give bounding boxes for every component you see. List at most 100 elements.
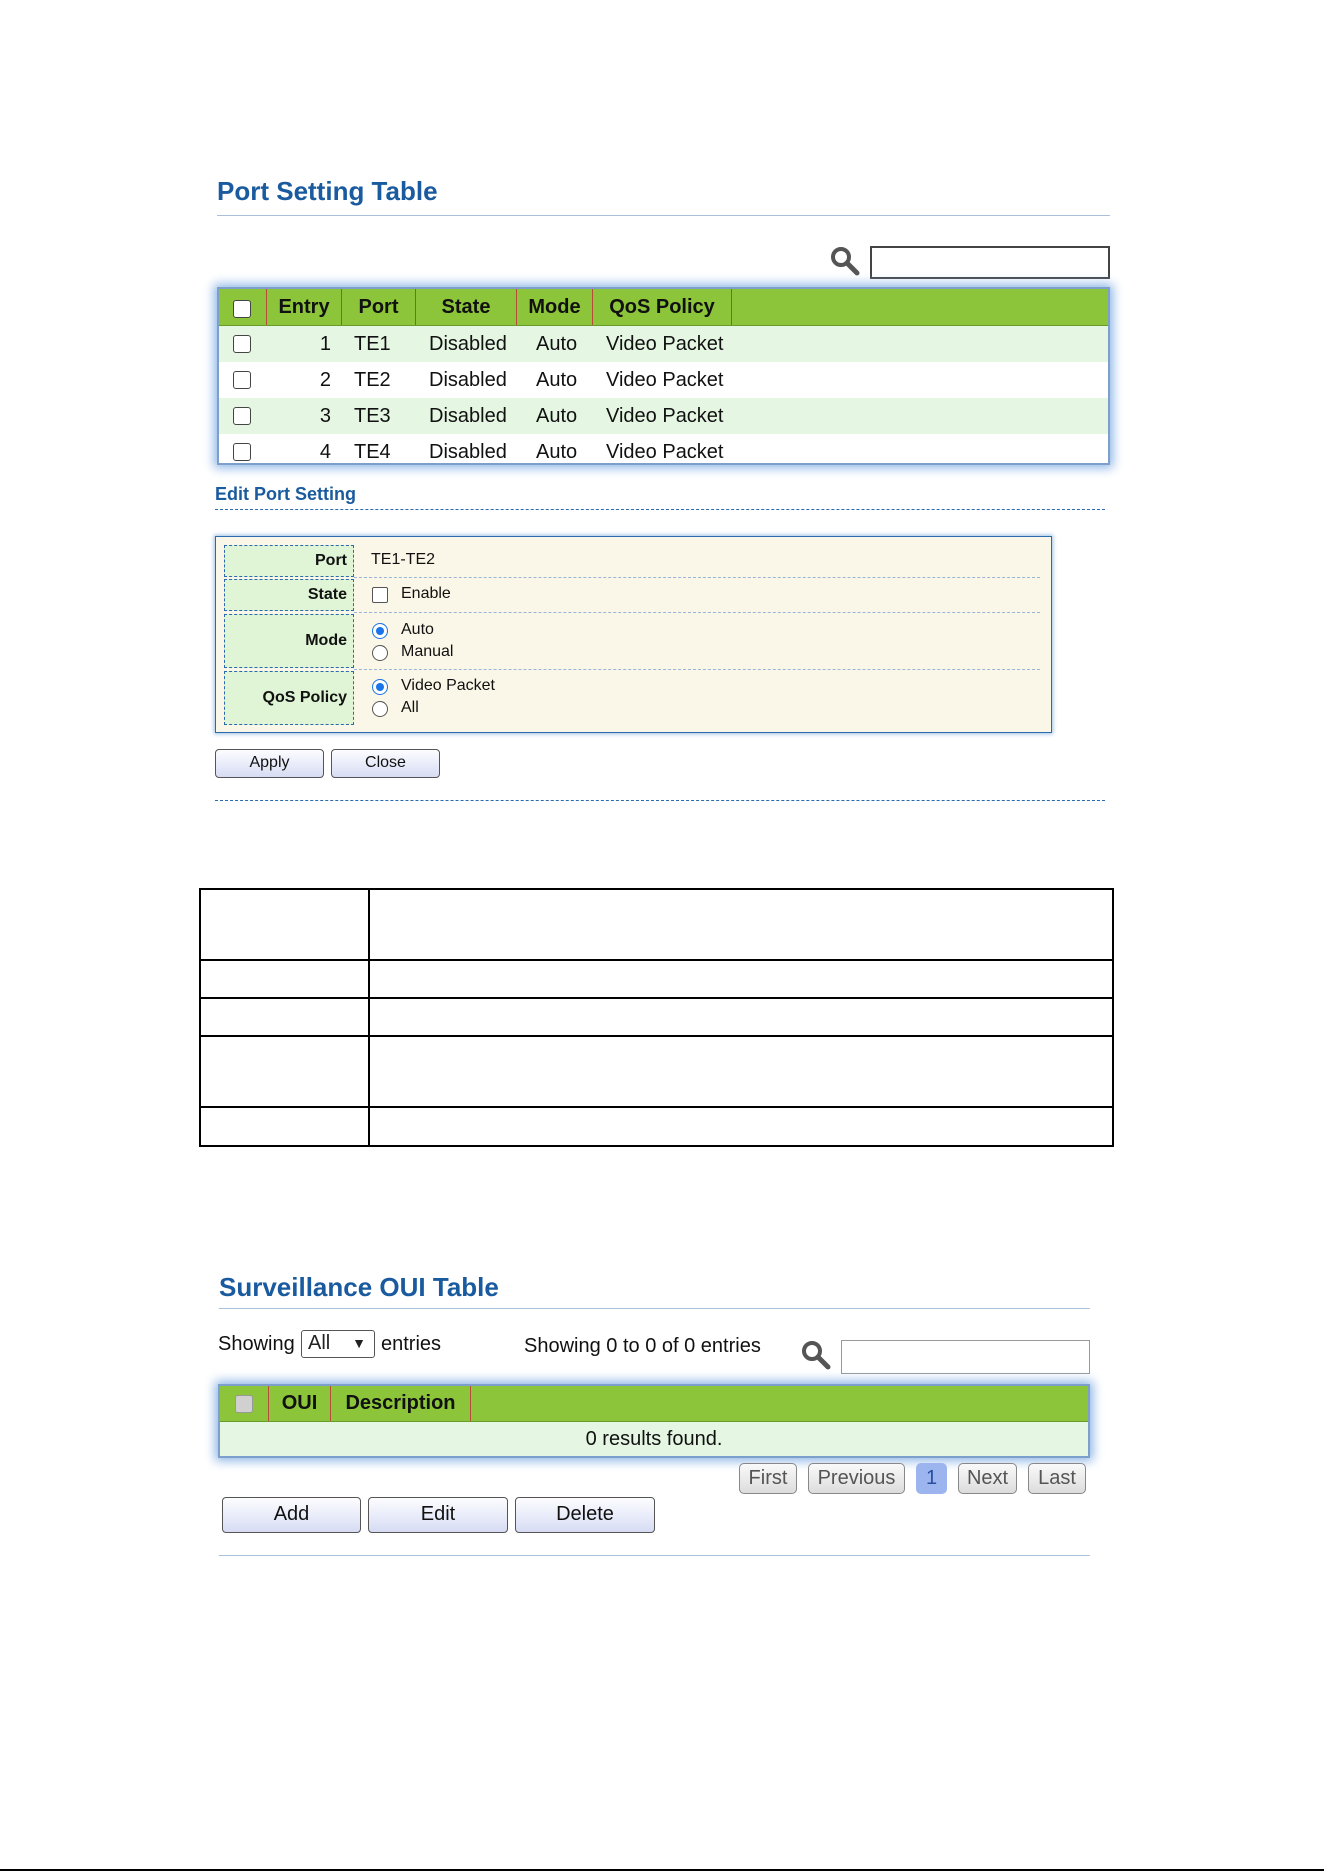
apply-button[interactable]: Apply [215, 749, 324, 778]
table-row[interactable]: 2 TE2 Disabled Auto Video Packet [219, 362, 1108, 398]
oui-search-input[interactable] [841, 1340, 1090, 1374]
cell-mode: Auto [536, 369, 578, 391]
search-icon[interactable] [830, 246, 860, 276]
table-cell [199, 1106, 370, 1147]
section-divider [215, 509, 1105, 510]
select-all-checkbox[interactable] [233, 300, 251, 318]
table-cell [199, 959, 370, 999]
cell-qos: Video Packet [606, 369, 724, 391]
cell-entry: 1 [319, 333, 331, 355]
port-search-input[interactable] [870, 246, 1110, 279]
pagination-previous[interactable]: Previous [808, 1463, 905, 1494]
grid-header: OUI Description [220, 1386, 1088, 1422]
select-all-cell [220, 1386, 269, 1421]
table-cell [368, 888, 1114, 961]
section-divider [219, 1555, 1090, 1556]
row-divider [354, 577, 1040, 578]
row-divider [354, 669, 1040, 670]
pagination-page-1[interactable]: 1 [916, 1463, 947, 1494]
cell-mode: Auto [536, 333, 578, 355]
oui-grid: OUI Description 0 results found. [218, 1384, 1090, 1458]
search-icon[interactable] [801, 1340, 831, 1370]
cell-qos: Video Packet [606, 441, 724, 463]
cell-port: TE1 [354, 333, 391, 355]
port-value: TE1-TE2 [371, 551, 436, 568]
pagination-first[interactable]: First [739, 1463, 797, 1494]
table-row[interactable]: 1 TE1 Disabled Auto Video Packet [219, 326, 1108, 362]
port-label: Port [224, 545, 354, 577]
cell-mode: Auto [536, 441, 578, 463]
table-cell [199, 1035, 370, 1108]
cell-state: Disabled [429, 333, 507, 355]
cell-port: TE3 [354, 405, 391, 427]
mode-manual-radio[interactable] [372, 645, 388, 661]
edit-button[interactable]: Edit [368, 1497, 508, 1533]
qos-policy-label: QoS Policy [224, 671, 354, 725]
table-cell [199, 997, 370, 1037]
qos-video-packet-label[interactable]: Video Packet [401, 677, 495, 695]
chevron-down-icon: ▼ [352, 1335, 366, 1351]
qos-all-label[interactable]: All [401, 699, 419, 717]
table-cell [199, 888, 370, 961]
grid-header: Entry Port State Mode QoS Policy [219, 289, 1108, 326]
mode-manual-label[interactable]: Manual [401, 643, 453, 661]
col-state[interactable]: State [416, 289, 517, 325]
port-setting-title: Port Setting Table [217, 176, 438, 206]
state-enable-label[interactable]: Enable [401, 585, 451, 603]
title-divider [219, 1308, 1090, 1309]
cell-entry: 2 [319, 369, 331, 391]
cell-state: Disabled [429, 369, 507, 391]
add-button[interactable]: Add [222, 1497, 361, 1533]
col-description[interactable]: Description [331, 1386, 471, 1421]
state-enable-checkbox[interactable] [372, 587, 388, 603]
row-checkbox[interactable] [233, 371, 251, 389]
page-bottom-border [0, 1869, 1324, 1871]
mode-auto-label[interactable]: Auto [401, 621, 434, 639]
cell-port: TE4 [354, 441, 391, 463]
cell-qos: Video Packet [606, 333, 724, 355]
qos-all-radio[interactable] [372, 701, 388, 717]
qos-video-packet-radio[interactable] [372, 679, 388, 695]
mode-auto-radio[interactable] [372, 623, 388, 639]
col-entry[interactable]: Entry [267, 289, 342, 325]
close-button[interactable]: Close [331, 749, 440, 778]
description-table [199, 888, 1114, 1147]
state-label: State [224, 579, 354, 611]
empty-results: 0 results found. [585, 1428, 723, 1450]
title-divider [217, 215, 1110, 216]
edit-port-setting-title: Edit Port Setting [215, 484, 356, 504]
row-checkbox[interactable] [233, 335, 251, 353]
edit-form: Port TE1-TE2 State Enable Mode Auto Manu… [215, 536, 1052, 733]
pagination-last[interactable]: Last [1028, 1463, 1086, 1494]
table-cell [368, 1035, 1114, 1108]
row-checkbox[interactable] [233, 407, 251, 425]
col-port[interactable]: Port [342, 289, 416, 325]
col-oui[interactable]: OUI [269, 1386, 331, 1421]
section-divider [215, 800, 1105, 801]
col-qos-policy[interactable]: QoS Policy [593, 289, 732, 325]
oui-table-title: Surveillance OUI Table [219, 1272, 499, 1302]
cell-entry: 3 [319, 405, 331, 427]
entries-select-value: All [308, 1332, 331, 1354]
cell-state: Disabled [429, 405, 507, 427]
table-cell [368, 959, 1114, 999]
entries-label: entries [381, 1333, 442, 1355]
cell-entry: 4 [319, 441, 331, 463]
select-all-checkbox[interactable] [235, 1395, 253, 1413]
select-all-cell [219, 289, 267, 325]
pagination-next[interactable]: Next [958, 1463, 1017, 1494]
table-row[interactable]: 3 TE3 Disabled Auto Video Packet [219, 398, 1108, 434]
entries-summary: Showing 0 to 0 of 0 entries [524, 1335, 761, 1357]
delete-button[interactable]: Delete [515, 1497, 655, 1533]
cell-mode: Auto [536, 405, 578, 427]
cell-state: Disabled [429, 441, 507, 463]
cell-port: TE2 [354, 369, 391, 391]
col-mode[interactable]: Mode [517, 289, 593, 325]
port-setting-grid: Entry Port State Mode QoS Policy 1 TE1 D… [217, 287, 1110, 465]
entries-select[interactable]: All ▼ [301, 1330, 375, 1358]
table-cell [368, 997, 1114, 1037]
showing-label: Showing [218, 1333, 295, 1355]
row-divider [354, 612, 1040, 613]
row-checkbox[interactable] [233, 443, 251, 461]
table-row[interactable]: 4 TE4 Disabled Auto Video Packet [219, 434, 1108, 463]
